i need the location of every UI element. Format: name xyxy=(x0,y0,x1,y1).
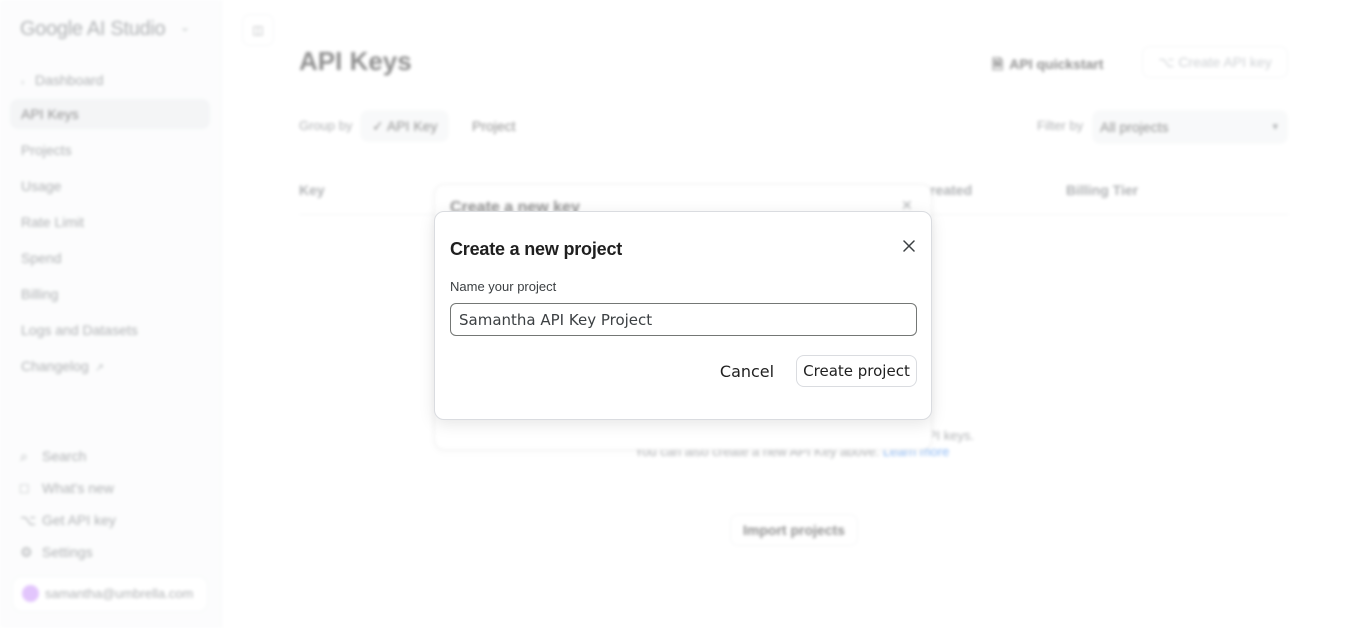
close-dialog-button[interactable] xyxy=(899,236,919,256)
close-icon xyxy=(903,240,915,252)
app-root: Google AI Studio ⌄ ›Dashboard API Keys P… xyxy=(0,0,1362,628)
cancel-button[interactable]: Cancel xyxy=(710,355,784,387)
project-name-input[interactable] xyxy=(450,303,917,336)
create-project-dialog: Create a new project Name your project C… xyxy=(434,211,932,420)
dialog-title: Create a new project xyxy=(450,239,623,259)
project-name-label: Name your project xyxy=(450,279,557,294)
create-project-button[interactable]: Create project xyxy=(796,355,917,387)
